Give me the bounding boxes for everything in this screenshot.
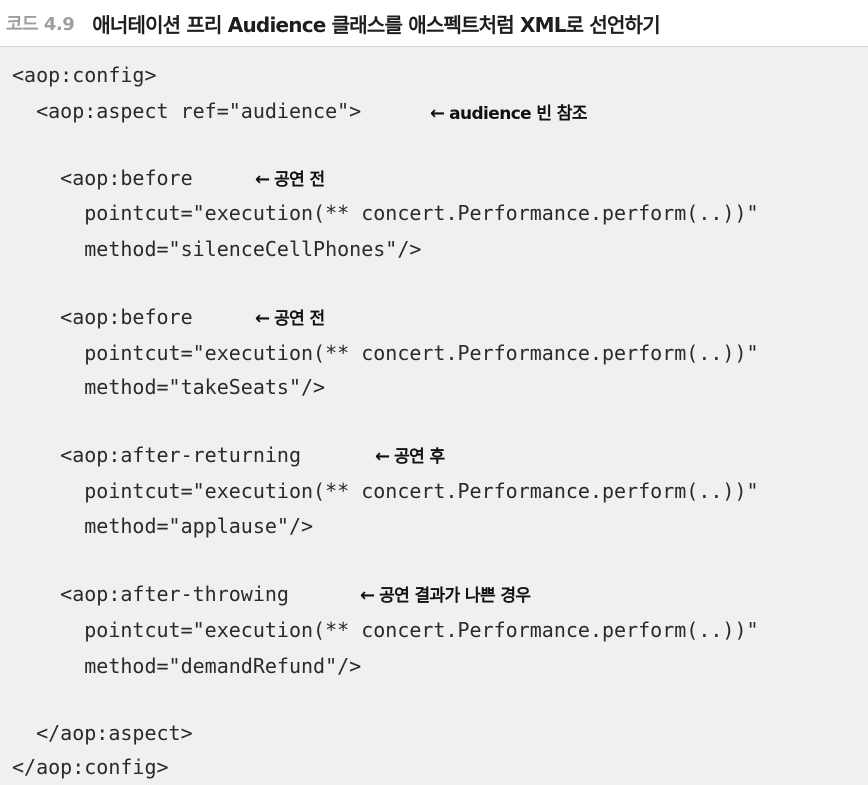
code-line: pointcut="execution(** concert.Performan…: [12, 618, 759, 642]
arrow-left-icon: ←: [360, 585, 376, 606]
annotation: ← 공연 전: [255, 169, 325, 190]
code-title: 애너테이션 프리 Audience 클래스를 애스펙트처럼 XML로 선언하기: [92, 12, 660, 37]
code-line: <aop:before: [12, 166, 193, 190]
code-line: <aop:config>: [12, 63, 157, 87]
arrow-left-icon: ←: [430, 103, 446, 124]
code-listing: <aop:config> <aop:aspect ref="audience">…: [0, 46, 868, 785]
arrow-left-icon: ←: [255, 169, 271, 190]
annotation: ← 공연 전: [255, 308, 325, 329]
code-line: </aop:aspect>: [12, 721, 193, 745]
annotation: ← audience 빈 참조: [430, 103, 587, 124]
code-caption: 코드 4.9 애너테이션 프리 Audience 클래스를 애스펙트처럼 XML…: [0, 0, 868, 46]
code-line: <aop:before: [12, 305, 193, 329]
annotation: ← 공연 후: [375, 446, 445, 467]
code-line: method="takeSeats"/>: [12, 375, 326, 399]
arrow-left-icon: ←: [255, 308, 271, 329]
code-line: method="demandRefund"/>: [12, 654, 362, 678]
code-line: method="applause"/>: [12, 514, 314, 538]
annotation: ← 공연 결과가 나쁜 경우: [360, 585, 531, 606]
code-line: pointcut="execution(** concert.Performan…: [12, 479, 759, 503]
code-line: pointcut="execution(** concert.Performan…: [12, 201, 759, 225]
code-line: </aop:config>: [12, 755, 169, 779]
code-line: <aop:after-throwing: [12, 582, 289, 606]
code-line: method="silenceCellPhones"/>: [12, 237, 422, 261]
code-line: pointcut="execution(** concert.Performan…: [12, 341, 759, 365]
code-number: 코드 4.9: [6, 14, 75, 35]
code-line: <aop:aspect ref="audience">: [12, 99, 362, 123]
code-line: <aop:after-returning: [12, 443, 301, 467]
arrow-left-icon: ←: [375, 446, 391, 467]
